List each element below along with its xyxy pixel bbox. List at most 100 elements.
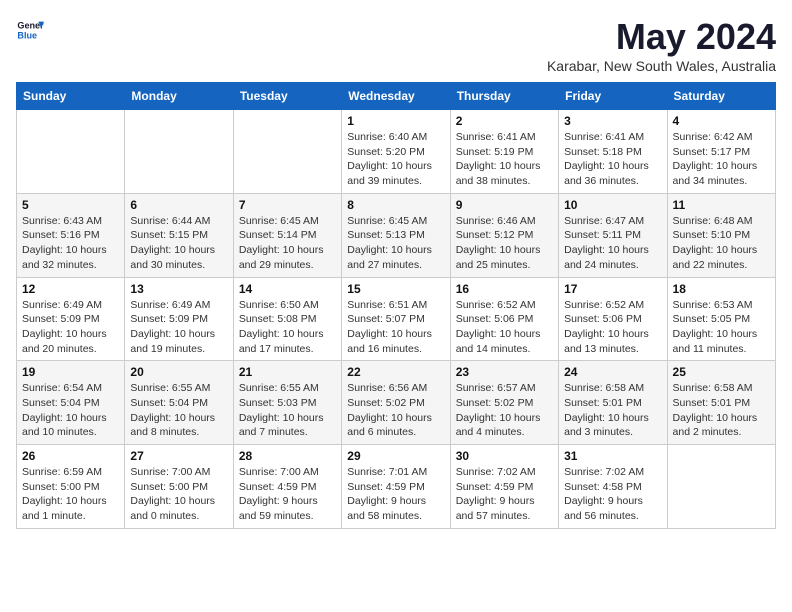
day-number: 18 — [673, 282, 770, 296]
day-info: Sunrise: 6:49 AM Sunset: 5:09 PM Dayligh… — [130, 298, 227, 357]
day-info: Sunrise: 7:01 AM Sunset: 4:59 PM Dayligh… — [347, 465, 444, 524]
day-number: 1 — [347, 114, 444, 128]
header-row: Sunday Monday Tuesday Wednesday Thursday… — [17, 83, 776, 110]
day-info: Sunrise: 6:53 AM Sunset: 5:05 PM Dayligh… — [673, 298, 770, 357]
table-row: 13 Sunrise: 6:49 AM Sunset: 5:09 PM Dayli… — [125, 277, 233, 361]
day-info: Sunrise: 6:55 AM Sunset: 5:04 PM Dayligh… — [130, 381, 227, 440]
table-row — [233, 110, 341, 194]
day-number: 13 — [130, 282, 227, 296]
table-row: 11Sunrise: 6:48 AM Sunset: 5:10 PM Dayli… — [667, 193, 775, 277]
day-number: 10 — [564, 198, 661, 212]
table-row — [667, 445, 775, 529]
day-number: 14 — [239, 282, 336, 296]
table-row: 8Sunrise: 6:45 AM Sunset: 5:13 PM Daylig… — [342, 193, 450, 277]
col-monday: Monday — [125, 83, 233, 110]
col-friday: Friday — [559, 83, 667, 110]
week-row-2: 5 Sunrise: 6:43 AM Sunset: 5:16 PM Daylig… — [17, 193, 776, 277]
table-row: 6Sunrise: 6:44 AM Sunset: 5:15 PM Daylig… — [125, 193, 233, 277]
col-saturday: Saturday — [667, 83, 775, 110]
table-row: 1 Sunrise: 6:40 AM Sunset: 5:20 PM Daylig… — [342, 110, 450, 194]
logo-icon: General Blue — [16, 16, 44, 44]
day-number: 5 — [22, 198, 119, 212]
table-row — [125, 110, 233, 194]
day-info: Sunrise: 6:54 AM Sunset: 5:04 PM Dayligh… — [22, 381, 119, 440]
day-number: 4 — [673, 114, 770, 128]
col-tuesday: Tuesday — [233, 83, 341, 110]
table-row: 17 Sunrise: 6:52 AM Sunset: 5:06 PM Dayli… — [559, 277, 667, 361]
calendar-title: May 2024 — [547, 16, 776, 58]
table-row: 3Sunrise: 6:41 AM Sunset: 5:18 PM Daylig… — [559, 110, 667, 194]
table-row: 23Sunrise: 6:57 AM Sunset: 5:02 PM Dayli… — [450, 361, 558, 445]
week-row-1: 1 Sunrise: 6:40 AM Sunset: 5:20 PM Daylig… — [17, 110, 776, 194]
day-info: Sunrise: 6:50 AM Sunset: 5:08 PM Dayligh… — [239, 298, 336, 357]
day-number: 2 — [456, 114, 553, 128]
day-info: Sunrise: 7:00 AM Sunset: 5:00 PM Dayligh… — [130, 465, 227, 524]
day-number: 28 — [239, 449, 336, 463]
table-row: 28Sunrise: 7:00 AM Sunset: 4:59 PM Dayli… — [233, 445, 341, 529]
day-number: 25 — [673, 365, 770, 379]
table-row: 12Sunrise: 6:49 AM Sunset: 5:09 PM Dayli… — [17, 277, 125, 361]
day-info: Sunrise: 6:42 AM Sunset: 5:17 PM Dayligh… — [673, 130, 770, 189]
day-number: 19 — [22, 365, 119, 379]
table-row: 14 Sunrise: 6:50 AM Sunset: 5:08 PM Dayli… — [233, 277, 341, 361]
day-number: 7 — [239, 198, 336, 212]
day-number: 22 — [347, 365, 444, 379]
day-number: 30 — [456, 449, 553, 463]
day-info: Sunrise: 6:56 AM Sunset: 5:02 PM Dayligh… — [347, 381, 444, 440]
week-row-5: 26 Sunrise: 6:59 AM Sunset: 5:00 PM Dayli… — [17, 445, 776, 529]
day-info: Sunrise: 6:52 AM Sunset: 5:06 PM Dayligh… — [564, 298, 661, 357]
table-row: 9 Sunrise: 6:46 AM Sunset: 5:12 PM Daylig… — [450, 193, 558, 277]
calendar-table: Sunday Monday Tuesday Wednesday Thursday… — [16, 82, 776, 529]
day-number: 24 — [564, 365, 661, 379]
table-row: 25Sunrise: 6:58 AM Sunset: 5:01 PM Dayli… — [667, 361, 775, 445]
table-row: 7 Sunrise: 6:45 AM Sunset: 5:14 PM Daylig… — [233, 193, 341, 277]
day-number: 16 — [456, 282, 553, 296]
day-number: 29 — [347, 449, 444, 463]
table-row: 4 Sunrise: 6:42 AM Sunset: 5:17 PM Daylig… — [667, 110, 775, 194]
day-info: Sunrise: 6:57 AM Sunset: 5:02 PM Dayligh… — [456, 381, 553, 440]
table-row: 31 Sunrise: 7:02 AM Sunset: 4:58 PM Dayli… — [559, 445, 667, 529]
day-info: Sunrise: 6:47 AM Sunset: 5:11 PM Dayligh… — [564, 214, 661, 273]
day-info: Sunrise: 7:02 AM Sunset: 4:58 PM Dayligh… — [564, 465, 661, 524]
day-number: 6 — [130, 198, 227, 212]
table-row: 30 Sunrise: 7:02 AM Sunset: 4:59 PM Dayli… — [450, 445, 558, 529]
calendar-subtitle: Karabar, New South Wales, Australia — [547, 58, 776, 74]
table-row: 15 Sunrise: 6:51 AM Sunset: 5:07 PM Dayli… — [342, 277, 450, 361]
day-info: Sunrise: 6:43 AM Sunset: 5:16 PM Dayligh… — [22, 214, 119, 273]
logo: General Blue — [16, 16, 44, 44]
day-info: Sunrise: 6:45 AM Sunset: 5:14 PM Dayligh… — [239, 214, 336, 273]
table-row: 20Sunrise: 6:55 AM Sunset: 5:04 PM Dayli… — [125, 361, 233, 445]
col-thursday: Thursday — [450, 83, 558, 110]
table-row: 5 Sunrise: 6:43 AM Sunset: 5:16 PM Daylig… — [17, 193, 125, 277]
day-info: Sunrise: 6:55 AM Sunset: 5:03 PM Dayligh… — [239, 381, 336, 440]
table-row: 16 Sunrise: 6:52 AM Sunset: 5:06 PM Dayli… — [450, 277, 558, 361]
day-number: 11 — [673, 198, 770, 212]
day-number: 26 — [22, 449, 119, 463]
table-row: 21Sunrise: 6:55 AM Sunset: 5:03 PM Dayli… — [233, 361, 341, 445]
table-row: 26 Sunrise: 6:59 AM Sunset: 5:00 PM Dayli… — [17, 445, 125, 529]
day-info: Sunrise: 6:46 AM Sunset: 5:12 PM Dayligh… — [456, 214, 553, 273]
day-number: 8 — [347, 198, 444, 212]
day-number: 31 — [564, 449, 661, 463]
table-row: 24 Sunrise: 6:58 AM Sunset: 5:01 PM Dayli… — [559, 361, 667, 445]
svg-text:Blue: Blue — [17, 30, 37, 40]
day-info: Sunrise: 6:58 AM Sunset: 5:01 PM Dayligh… — [564, 381, 661, 440]
day-number: 27 — [130, 449, 227, 463]
table-row: 2 Sunrise: 6:41 AM Sunset: 5:19 PM Daylig… — [450, 110, 558, 194]
day-info: Sunrise: 6:41 AM Sunset: 5:19 PM Dayligh… — [456, 130, 553, 189]
table-row: 18 Sunrise: 6:53 AM Sunset: 5:05 PM Dayli… — [667, 277, 775, 361]
day-number: 15 — [347, 282, 444, 296]
day-number: 17 — [564, 282, 661, 296]
header: General Blue May 2024 Karabar, New South… — [16, 16, 776, 74]
title-area: May 2024 Karabar, New South Wales, Austr… — [547, 16, 776, 74]
col-sunday: Sunday — [17, 83, 125, 110]
day-info: Sunrise: 7:02 AM Sunset: 4:59 PM Dayligh… — [456, 465, 553, 524]
day-info: Sunrise: 6:40 AM Sunset: 5:20 PM Dayligh… — [347, 130, 444, 189]
day-number: 3 — [564, 114, 661, 128]
day-info: Sunrise: 6:59 AM Sunset: 5:00 PM Dayligh… — [22, 465, 119, 524]
day-info: Sunrise: 6:51 AM Sunset: 5:07 PM Dayligh… — [347, 298, 444, 357]
day-number: 9 — [456, 198, 553, 212]
col-wednesday: Wednesday — [342, 83, 450, 110]
day-info: Sunrise: 6:49 AM Sunset: 5:09 PM Dayligh… — [22, 298, 119, 357]
day-info: Sunrise: 6:52 AM Sunset: 5:06 PM Dayligh… — [456, 298, 553, 357]
